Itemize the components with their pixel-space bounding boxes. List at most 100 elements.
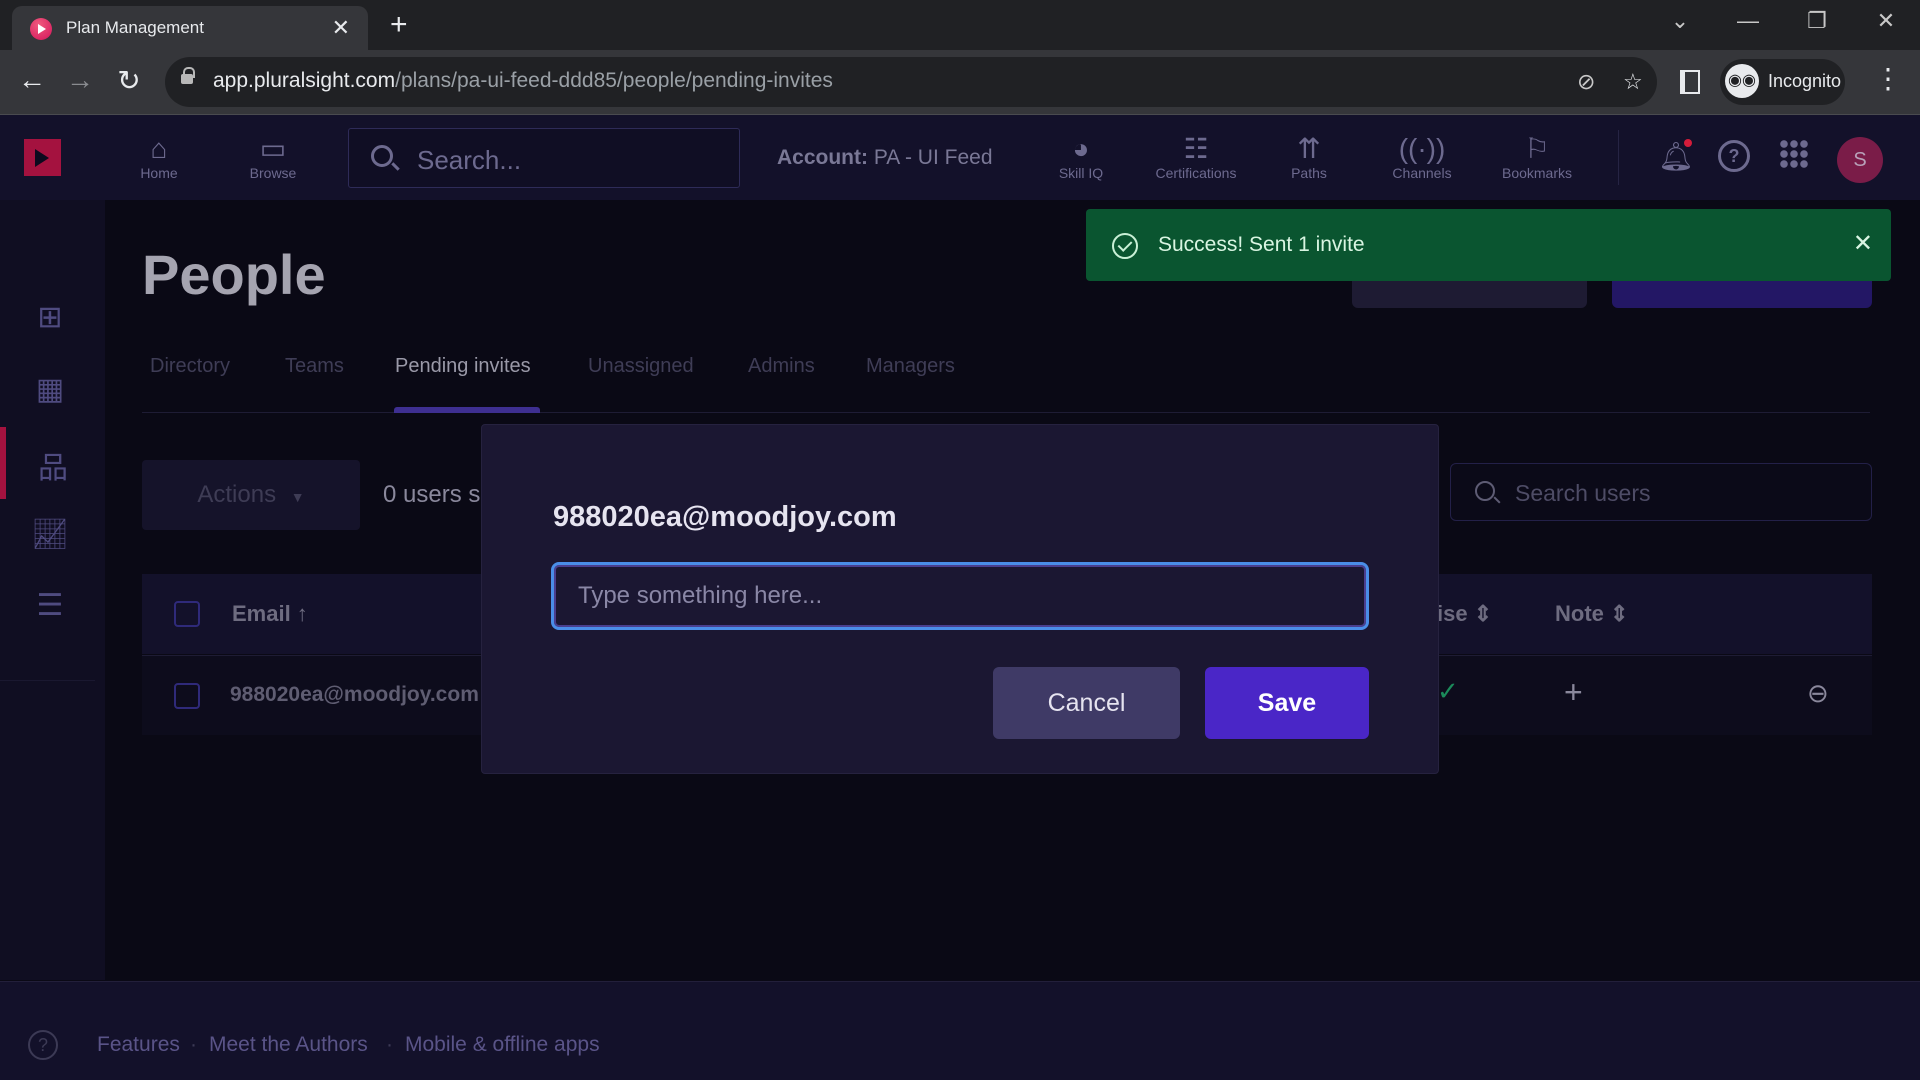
profile-label: Incognito (1768, 71, 1842, 91)
note-input[interactable] (551, 562, 1369, 630)
column-note[interactable]: Note ⇕ (1555, 601, 1628, 627)
add-note-icon[interactable]: + (1564, 674, 1583, 711)
success-toast: Success! Sent 1 invite ✕ (1086, 209, 1891, 281)
header-primary-button[interactable] (1612, 281, 1872, 308)
tab-pending-invites[interactable]: Pending invites (395, 355, 531, 378)
apps-grid-icon[interactable] (1779, 139, 1809, 169)
reports-icon[interactable]: ☰ (30, 588, 70, 628)
save-button[interactable]: Save (1205, 667, 1369, 739)
search-placeholder: Search... (417, 145, 522, 175)
browser-menu-icon[interactable]: ⋮ (1870, 62, 1906, 95)
tab-directory[interactable]: Directory (150, 355, 230, 378)
nav-label: Bookmarks (1501, 165, 1573, 181)
tab-unassigned[interactable]: Unassigned (588, 355, 694, 378)
tab-admins[interactable]: Admins (748, 355, 815, 378)
note-modal: 988020ea@moodjoy.com Cancel Save (481, 424, 1439, 774)
footer-separator: · (386, 1033, 393, 1056)
select-all-checkbox[interactable] (174, 601, 200, 627)
dashboard-icon[interactable]: ⊞ (30, 300, 70, 340)
nav-bookmarks[interactable]: ⚐ Bookmarks (1494, 133, 1580, 181)
lock-icon (181, 67, 195, 84)
browser-tab[interactable]: Plan Management ✕ (12, 6, 368, 50)
incognito-profile[interactable]: ◉◉ Incognito (1720, 59, 1845, 105)
help-bubble-icon[interactable]: ? (28, 1030, 58, 1060)
skill-iq-icon: ◕ (1072, 133, 1090, 164)
nav-skill-iq[interactable]: ◕ Skill IQ (1039, 133, 1123, 181)
nav-label: Certifications (1155, 165, 1237, 181)
app-top-nav: ⌂ Home ▭ Browse Search... Account: PA - … (0, 115, 1920, 200)
column-status[interactable]: ise ⇕ (1437, 601, 1492, 627)
sidebar-active-indicator (0, 427, 6, 499)
pluralsight-favicon-icon (30, 18, 52, 40)
sidebar-divider (0, 680, 95, 681)
tab-teams[interactable]: Teams (285, 355, 344, 378)
search-users-input[interactable]: Search users (1450, 463, 1872, 521)
search-icon (1475, 481, 1495, 501)
nav-label: Browse (249, 165, 297, 181)
paths-icon: ⇈ (1297, 133, 1321, 164)
pluralsight-logo[interactable] (24, 139, 61, 176)
nav-label: Home (140, 165, 178, 181)
nav-divider (1618, 130, 1619, 185)
active-tab-indicator (394, 407, 540, 413)
channels-icon: ((·)) (1398, 133, 1446, 164)
analytics-icon[interactable]: 📈︎ (30, 517, 70, 557)
people-org-icon[interactable]: 品 (33, 443, 73, 485)
page-title: People (142, 243, 326, 306)
user-avatar[interactable]: S (1837, 137, 1883, 183)
reload-icon[interactable]: ↻ (111, 64, 147, 97)
bookmark-star-icon[interactable]: ☆ (1623, 69, 1643, 95)
footer-link-authors[interactable]: Meet the Authors (209, 1033, 368, 1057)
address-bar[interactable]: app.pluralsight.com/plans/pa-ui-feed-ddd… (165, 57, 1657, 107)
copy-link-icon[interactable]: ⊖ (1807, 678, 1829, 709)
help-icon[interactable]: ? (1718, 140, 1750, 172)
side-panel-icon[interactable] (1680, 70, 1700, 94)
nav-certifications[interactable]: ☷ Certifications (1144, 133, 1248, 181)
minimize-icon[interactable]: — (1728, 8, 1768, 34)
certifications-icon: ☷ (1183, 133, 1209, 164)
restore-icon[interactable]: ❐ (1797, 8, 1837, 34)
footer: ? Features · Meet the Authors · Mobile &… (0, 981, 1920, 1080)
close-tab-icon[interactable]: ✕ (332, 15, 350, 41)
column-email[interactable]: Email ↑ (232, 601, 308, 627)
incognito-icon: ◉◉ (1725, 64, 1759, 98)
tab-search-icon[interactable]: ⌄ (1660, 8, 1700, 34)
plan-icon[interactable]: ▦ (30, 372, 70, 412)
bookmarks-icon: ⚐ (1524, 133, 1550, 164)
actions-label: Actions (197, 481, 277, 508)
close-window-icon[interactable]: ✕ (1866, 8, 1906, 34)
back-icon[interactable]: ← (14, 64, 50, 96)
search-users-placeholder: Search users (1515, 480, 1651, 506)
tab-title: Plan Management (66, 18, 204, 37)
nav-browse[interactable]: ▭ Browse (231, 133, 315, 181)
footer-separator: · (190, 1033, 197, 1056)
nav-channels[interactable]: ((·)) Channels (1380, 133, 1464, 181)
toast-message: Success! Sent 1 invite (1158, 233, 1365, 256)
browser-toolbar: ← → ↻ app.pluralsight.com/plans/pa-ui-fe… (0, 50, 1920, 115)
footer-link-features[interactable]: Features (97, 1033, 180, 1057)
global-search-input[interactable]: Search... (348, 128, 740, 188)
forward-icon[interactable]: → (62, 64, 98, 96)
actions-dropdown[interactable]: Actions ▼ (142, 460, 360, 530)
row-checkbox[interactable] (174, 683, 200, 709)
account-label: Account: PA - UI Feed (777, 146, 993, 169)
url-text[interactable]: app.pluralsight.com/plans/pa-ui-feed-ddd… (213, 69, 833, 93)
row-email: 988020ea@moodjoy.com (230, 683, 479, 706)
cancel-button[interactable]: Cancel (993, 667, 1180, 739)
eye-off-icon[interactable]: ⊘ (1577, 69, 1595, 95)
header-secondary-button[interactable] (1352, 281, 1587, 308)
home-icon: ⌂ (150, 133, 168, 164)
modal-email: 988020ea@moodjoy.com (553, 501, 897, 533)
tab-managers[interactable]: Managers (866, 355, 955, 378)
success-check-icon (1112, 233, 1138, 259)
users-selected-count: 0 users s (383, 481, 481, 508)
nav-home[interactable]: ⌂ Home (117, 133, 201, 181)
close-toast-icon[interactable]: ✕ (1853, 229, 1873, 258)
notification-dot (1684, 139, 1692, 147)
nav-paths[interactable]: ⇈ Paths (1267, 133, 1351, 181)
check-icon: ✓ (1437, 676, 1459, 706)
nav-label: Skill IQ (1058, 165, 1104, 181)
new-tab-button[interactable]: + (390, 8, 408, 42)
nav-label: Paths (1291, 165, 1327, 181)
footer-link-mobile-apps[interactable]: Mobile & offline apps (405, 1033, 600, 1057)
